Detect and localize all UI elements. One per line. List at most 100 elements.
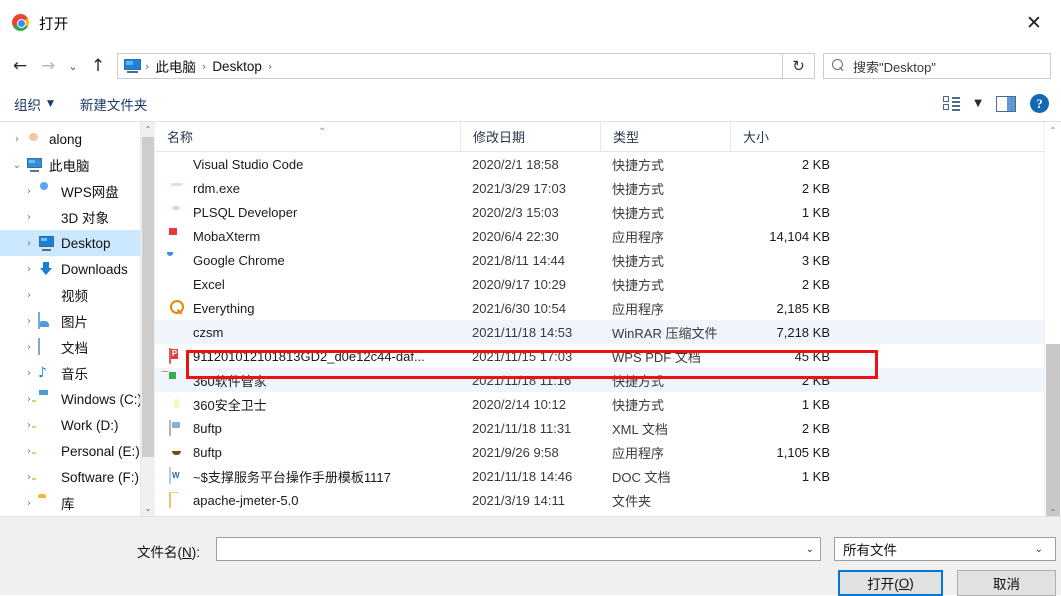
file-name-cell[interactable]: Excel [155,276,460,293]
sidebar-item-[interactable]: ›库 [0,490,155,516]
table-row[interactable]: Everything2021/6/30 10:54应用程序2,185 KB [155,296,1061,320]
history-dropdown-icon[interactable]: ⌄ [62,52,84,80]
table-row[interactable]: MobaXterm2020/6/4 22:30应用程序14,104 KB [155,224,1061,248]
expander-icon[interactable]: › [20,446,38,457]
column-header-name[interactable]: 名称 [155,122,460,151]
sidebar-item-[interactable]: ›图片 [0,308,155,334]
table-row[interactable]: 8uftp2021/9/26 9:58应用程序1,105 KB [155,440,1061,464]
file-name-cell[interactable]: rdm.exe [155,180,460,197]
expander-icon[interactable]: ⌄ [8,160,26,171]
expander-icon[interactable]: › [20,342,38,353]
chevron-down-icon[interactable]: ⌄ [806,544,814,555]
expander-icon[interactable]: › [20,238,38,249]
sidebar-item-3d[interactable]: › 3D 对象 [0,204,155,230]
table-row[interactable]: czsm2021/11/18 14:53WinRAR 压缩文件7,218 KB [155,320,1061,344]
column-header-type[interactable]: 类型 [600,122,730,151]
expander-icon[interactable]: › [20,394,38,405]
sidebar-item-personal-e[interactable]: ›Personal (E:) [0,438,155,464]
sidebar-scrollbar[interactable]: ⌃ ⌄ [140,122,155,516]
file-name-cell[interactable]: 8uftp [155,420,460,437]
file-size-cell: 2,185 KB [730,301,840,316]
pdf-icon [169,348,186,365]
sidebar-item-windows-c[interactable]: ›Windows (C:) [0,386,155,412]
file-name-cell[interactable]: 911201012101813GD2_d0e12c44-daf... [155,348,460,365]
table-row[interactable]: 8uftp2021/11/18 11:31XML 文档2 KB [155,416,1061,440]
sidebar-item-[interactable]: ›视频 [0,282,155,308]
file-name-cell[interactable]: Everything [155,300,460,317]
table-row[interactable]: 360软件管家2021/11/18 11:16快捷方式2 KB [155,368,1061,392]
table-row[interactable]: Excel2020/9/17 10:29快捷方式2 KB [155,272,1061,296]
expander-icon[interactable]: › [20,420,38,431]
sidebar-item-along[interactable]: ›along [0,126,155,152]
sidebar-item-[interactable]: ⌄此电脑 [0,152,155,178]
sidebar-item-[interactable]: ›♪音乐 [0,360,155,386]
drive-windows-icon [38,391,55,407]
breadcrumb-item-0[interactable]: 此电脑 [150,56,201,76]
file-name-cell[interactable]: czsm [155,324,460,341]
sort-indicator-icon: ⌄ [318,122,326,133]
sidebar-item-[interactable]: ›文档 [0,334,155,360]
expander-icon[interactable]: › [20,472,38,483]
file-name-cell[interactable]: MobaXterm [155,228,460,245]
search-input[interactable]: 搜索"Desktop" [823,53,1051,79]
sidebar-item-wps[interactable]: ›WPS网盘 [0,178,155,204]
scroll-up-icon[interactable]: ⌃ [1045,122,1061,138]
expander-icon[interactable]: › [20,368,38,379]
table-row[interactable]: Visual Studio Code2020/2/1 18:58快捷方式2 KB [155,152,1061,176]
breadcrumb[interactable]: › 此电脑 › Desktop › [117,53,783,79]
chevron-down-icon[interactable]: ▼ [974,98,982,109]
back-button[interactable]: ← [6,52,34,80]
cancel-button[interactable]: 取消 [957,570,1056,596]
column-header-date[interactable]: 修改日期 [460,122,600,151]
column-header-size[interactable]: 大小 [730,122,840,151]
sidebar-item-label: 3D 对象 [61,207,109,227]
sidebar-item-work-d[interactable]: ›Work (D:) [0,412,155,438]
sidebar-item-software-f[interactable]: ›Software (F:) [0,464,155,490]
file-name-cell[interactable]: ~$支撑服务平台操作手册模板1117 [155,467,460,486]
file-name-text: rdm.exe [193,181,240,196]
file-name-cell[interactable]: 8uftp [155,444,460,461]
forward-button[interactable]: → [34,52,62,80]
file-name-cell[interactable]: apache-jmeter-5.0 [155,492,460,509]
table-row[interactable]: Google Chrome2021/8/11 14:44快捷方式3 KB [155,248,1061,272]
open-button[interactable]: 打开(O) [838,570,943,596]
scroll-up-icon[interactable]: ⌃ [141,122,155,137]
file-name-cell[interactable]: 360软件管家 [155,371,460,390]
breadcrumb-item-1[interactable]: Desktop [207,59,267,74]
expander-icon[interactable]: › [20,290,38,301]
table-row[interactable]: 911201012101813GD2_d0e12c44-daf...2021/1… [155,344,1061,368]
expander-icon[interactable]: › [20,498,38,509]
file-name-cell[interactable]: PLSQL Developer [155,204,460,221]
table-row[interactable]: ~$支撑服务平台操作手册模板11172021/11/18 14:46DOC 文档… [155,464,1061,488]
new-folder-button[interactable]: 新建文件夹 [80,94,148,114]
table-row[interactable]: PLSQL Developer2020/2/3 15:03快捷方式1 KB [155,200,1061,224]
view-options-icon[interactable] [943,96,960,111]
filetype-select[interactable]: 所有文件 ⌄ [834,537,1056,561]
sidebar-item-downloads[interactable]: ›Downloads [0,256,155,282]
table-row[interactable]: rdm.exe2021/3/29 17:03快捷方式2 KB [155,176,1061,200]
scroll-down-icon[interactable]: ⌄ [141,501,155,516]
file-name-text: 360软件管家 [193,371,267,390]
sidebar-item-desktop[interactable]: ›Desktop [0,230,155,256]
help-icon[interactable]: ? [1030,94,1049,113]
expander-icon[interactable]: › [20,316,38,327]
sidebar-scroll-thumb[interactable] [142,137,154,457]
expander-icon[interactable]: › [20,212,38,223]
table-row[interactable]: apache-jmeter-5.02021/3/19 14:11文件夹 [155,488,1061,512]
expander-icon[interactable]: › [20,264,38,275]
file-name-cell[interactable]: 360安全卫士 [155,395,460,414]
file-name-cell[interactable]: Google Chrome [155,252,460,269]
preview-pane-icon[interactable] [996,96,1016,112]
expander-icon[interactable]: › [8,134,26,145]
expander-icon[interactable]: › [20,186,38,197]
up-button[interactable]: ↑ [84,52,112,80]
filename-input[interactable]: ⌄ [216,537,821,561]
organize-button[interactable]: 组织 ▼ [14,94,54,114]
scroll-down-icon[interactable]: ⌄ [1045,500,1061,516]
close-icon[interactable]: ✕ [1017,8,1051,38]
file-list-scroll-thumb[interactable] [1046,344,1060,516]
table-row[interactable]: 360安全卫士2020/2/14 10:12快捷方式1 KB [155,392,1061,416]
file-name-cell[interactable]: Visual Studio Code [155,156,460,173]
refresh-button[interactable]: ↻ [783,53,815,79]
file-list-scrollbar[interactable]: ⌃ ⌄ [1044,122,1061,516]
